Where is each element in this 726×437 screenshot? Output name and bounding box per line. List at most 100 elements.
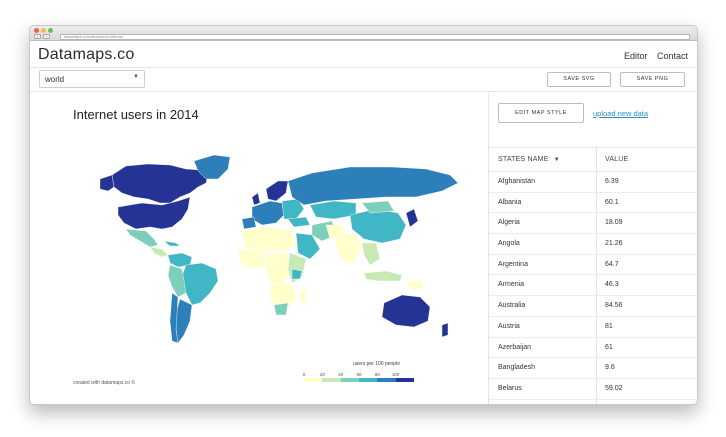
column-header-value[interactable]: VALUE <box>605 156 628 163</box>
close-window-button[interactable] <box>34 28 39 33</box>
table-row[interactable]: Albania 60.1 <box>489 193 697 214</box>
brand-logo[interactable]: Datamaps.co <box>38 46 134 64</box>
table-header: STATES NAME ▼ VALUE <box>489 148 697 172</box>
state-name-cell[interactable]: Argentina <box>498 261 528 268</box>
save-svg-button[interactable]: SAVE SVG <box>547 72 611 87</box>
browser-nav: ‹ › <box>34 34 50 39</box>
data-sidebar: EDIT MAP STYLE upload new data STATES NA… <box>488 93 697 404</box>
table-row[interactable]: Austria 81 <box>489 317 697 338</box>
table-row[interactable]: Algeria 18.09 <box>489 213 697 235</box>
forward-icon[interactable]: › <box>43 34 50 39</box>
country-indonesia <box>363 270 403 282</box>
state-name-cell[interactable]: Azerbaijan <box>498 344 531 351</box>
country-chile <box>169 292 179 344</box>
value-cell[interactable]: 81 <box>605 323 613 330</box>
legend-swatch <box>322 378 341 382</box>
value-cell[interactable]: 84.56 <box>605 302 623 309</box>
table-row[interactable]: Azerbaijan 61 <box>489 338 697 359</box>
value-cell[interactable]: 21.26 <box>605 240 623 247</box>
state-name-cell[interactable]: Algeria <box>498 219 520 226</box>
map-select[interactable]: world ▼ <box>39 70 145 88</box>
value-cell[interactable]: 9.6 <box>605 364 615 371</box>
browser-window: ‹ › datamaps.co/editor/world-internet Da… <box>29 25 698 405</box>
legend-tick: 40 <box>338 372 344 377</box>
back-icon[interactable]: ‹ <box>34 34 41 39</box>
country-china <box>349 208 407 244</box>
column-header-name-label: STATES NAME <box>498 156 549 163</box>
value-cell[interactable]: 46.3 <box>605 281 619 288</box>
legend-tick: 80 <box>374 372 380 377</box>
table-row[interactable]: Belarus 59.02 <box>489 379 697 400</box>
state-name-cell[interactable]: Albania <box>498 199 521 206</box>
legend-swatch <box>358 378 378 382</box>
table-row[interactable]: Argentina 64.7 <box>489 255 697 276</box>
state-name-cell[interactable]: Bangladesh <box>498 364 535 371</box>
nav-editor-link[interactable]: Editor <box>624 51 648 61</box>
nav-contact-link[interactable]: Contact <box>657 51 688 61</box>
country-uk <box>251 192 261 206</box>
country-scandinavia <box>265 180 289 202</box>
state-name-cell[interactable]: Belarus <box>498 385 522 392</box>
country-central-america <box>149 246 169 258</box>
legend-swatch <box>395 378 414 382</box>
legend-swatch <box>304 378 323 382</box>
state-name-cell[interactable]: Austria <box>498 323 520 330</box>
legend-tick: 0 <box>302 372 306 377</box>
column-header-name[interactable]: STATES NAME ▼ <box>498 156 560 163</box>
country-new-zealand <box>441 322 449 338</box>
sort-down-icon: ▼ <box>553 157 560 163</box>
state-name-cell[interactable]: Australia <box>498 302 525 309</box>
table-row[interactable]: Armenia 46.3 <box>489 275 697 297</box>
table-row[interactable]: Australia 84.56 <box>489 296 697 317</box>
country-canada <box>111 163 209 204</box>
edit-map-style-button[interactable]: EDIT MAP STYLE <box>498 103 584 123</box>
country-south-africa <box>273 302 289 316</box>
minimize-window-button[interactable] <box>41 28 46 33</box>
country-russia <box>287 166 459 206</box>
toolbar: world ▼ SAVE SVG SAVE PNG <box>30 68 697 92</box>
top-navbar: Datamaps.co Editor Contact <box>30 42 697 68</box>
value-cell[interactable]: 18.09 <box>605 219 623 226</box>
table-row[interactable]: Bangladesh 9.6 <box>489 358 697 379</box>
country-iberia <box>241 216 257 230</box>
upload-data-link[interactable]: upload new data <box>593 109 648 118</box>
country-caribbean <box>163 240 181 247</box>
state-name-cell[interactable]: Armenia <box>498 281 524 288</box>
address-bar[interactable]: datamaps.co/editor/world-internet <box>60 34 690 40</box>
table-row[interactable]: Angola 21.26 <box>489 234 697 255</box>
country-kazakhstan <box>309 200 357 220</box>
value-cell[interactable]: 64.7 <box>605 261 619 268</box>
value-cell[interactable]: 60.1 <box>605 199 619 206</box>
country-southeast-asia <box>361 242 381 266</box>
chevron-down-icon: ▼ <box>133 74 139 80</box>
country-western-europe <box>251 200 285 226</box>
legend-swatch <box>377 378 396 382</box>
legend-tick: 60 <box>356 372 362 377</box>
country-peru-bolivia <box>167 264 187 298</box>
world-map[interactable] <box>30 93 488 405</box>
country-usa <box>117 196 191 230</box>
country-kenya <box>291 268 303 280</box>
state-name-cell[interactable]: Afghanistan <box>498 178 535 185</box>
country-turkey <box>287 216 311 228</box>
value-cell[interactable]: 61 <box>605 344 613 351</box>
legend-tick: 100 <box>391 372 400 377</box>
country-argentina <box>175 298 193 344</box>
save-png-button[interactable]: SAVE PNG <box>620 72 685 87</box>
value-cell[interactable]: 59.02 <box>605 385 623 392</box>
credit-text[interactable]: created with datamaps.co © <box>73 380 135 386</box>
legend-tick: 20 <box>319 372 325 377</box>
map-pane: Internet users in 2014 users per 100 peo… <box>30 93 488 405</box>
value-cell[interactable]: 6.39 <box>605 178 619 185</box>
zoom-window-button[interactable] <box>48 28 53 33</box>
table-row[interactable]: Afghanistan 6.39 <box>489 172 697 193</box>
browser-chrome: ‹ › datamaps.co/editor/world-internet <box>30 26 697 41</box>
country-mexico <box>125 228 159 248</box>
legend-swatch <box>340 378 359 382</box>
country-alaska <box>99 174 115 192</box>
legend-title: users per 100 people <box>353 361 400 367</box>
country-madagascar <box>299 288 307 304</box>
state-name-cell[interactable]: Angola <box>498 240 520 247</box>
country-north-africa <box>241 226 297 252</box>
map-select-value: world <box>45 75 65 84</box>
